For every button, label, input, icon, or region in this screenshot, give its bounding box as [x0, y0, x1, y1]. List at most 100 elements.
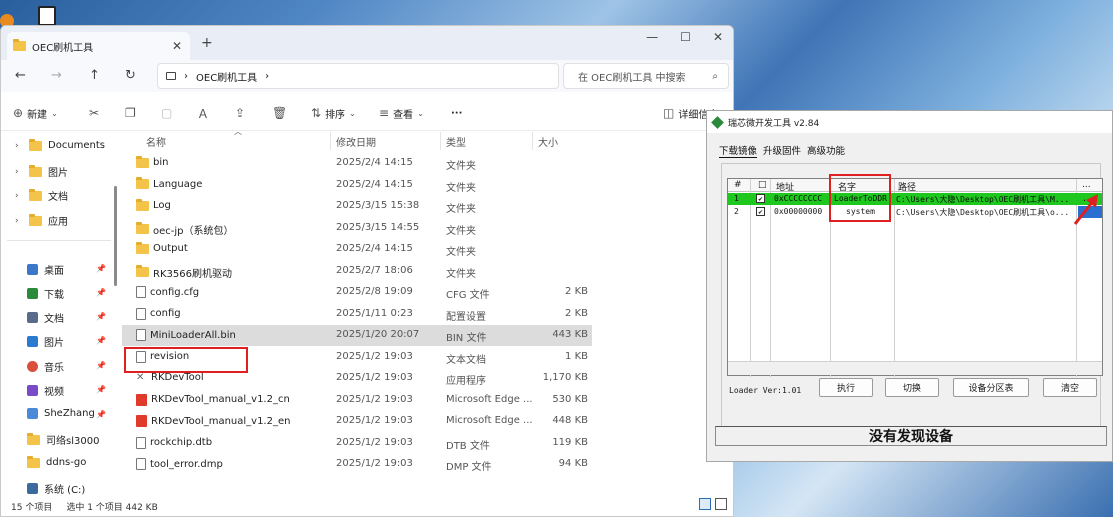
- tiles-view-icon[interactable]: [715, 498, 727, 510]
- col-check[interactable]: □: [758, 180, 767, 190]
- sidebar-item-c-drive[interactable]: 系统 (C:): [27, 481, 85, 496]
- pin-icon[interactable]: 📌: [96, 410, 106, 419]
- sidebar-item-music[interactable]: 音乐: [27, 359, 64, 374]
- file-row[interactable]: tool_error.dmp 2025/1/2 19:03 DMP 文件 94 KB: [122, 454, 592, 475]
- up-arrow-icon[interactable]: ↑: [89, 68, 100, 83]
- new-button[interactable]: ⊕ 新建 ⌄: [13, 106, 58, 121]
- more-options-button[interactable]: ···: [451, 108, 462, 119]
- rename-icon[interactable]: Ａ: [197, 105, 209, 122]
- file-name-cell[interactable]: rockchip.dtb: [136, 436, 212, 449]
- file-name-cell[interactable]: Language: [136, 177, 202, 190]
- sidebar-item-docs[interactable]: › 文档: [15, 188, 68, 203]
- row-address[interactable]: 0xCCCCCCCC: [774, 194, 822, 203]
- file-row[interactable]: Log 2025/3/15 15:38 文件夹: [122, 196, 592, 217]
- tab-close-icon[interactable]: ✕: [172, 39, 182, 53]
- sidebar-item-pictures-quick[interactable]: 图片: [27, 334, 64, 349]
- sidebar-item-downloads[interactable]: 下载: [27, 286, 64, 301]
- sidebar-item-ddns-go[interactable]: ddns-go: [27, 455, 86, 468]
- pin-icon[interactable]: 📌: [96, 288, 106, 297]
- file-name-cell[interactable]: RKDevTool_manual_v1.2_en: [136, 415, 290, 427]
- chevron-right-icon[interactable]: ›: [15, 167, 23, 177]
- file-name-cell[interactable]: RK3566刷机驱动: [136, 265, 232, 280]
- file-row[interactable]: config.cfg 2025/2/8 19:09 CFG 文件 2 KB: [122, 282, 592, 303]
- row-checkbox[interactable]: ✔: [756, 194, 765, 203]
- file-row[interactable]: oec-jp（系统包） 2025/3/15 14:55 文件夹: [122, 218, 592, 239]
- details-view-icon[interactable]: [699, 498, 711, 510]
- sidebar-item-desktop[interactable]: 桌面: [27, 262, 64, 277]
- forward-arrow-icon[interactable]: →: [51, 68, 62, 83]
- file-row[interactable]: RK3566刷机驱动 2025/2/7 18:06 文件夹: [122, 261, 592, 282]
- file-row[interactable]: Language 2025/2/4 14:15 文件夹: [122, 175, 592, 196]
- tab-advanced[interactable]: 高级功能: [807, 143, 845, 158]
- pin-icon[interactable]: 📌: [96, 361, 106, 370]
- view-button[interactable]: ≡ 查看 ⌄: [379, 106, 424, 121]
- column-divider[interactable]: [532, 132, 533, 150]
- refresh-icon[interactable]: ↻: [125, 68, 136, 83]
- sidebar-item-sl3000[interactable]: 司络sl3000: [27, 432, 99, 447]
- column-size[interactable]: 大小: [538, 134, 558, 149]
- file-name-cell[interactable]: bin: [136, 155, 168, 168]
- sidebar-item-videos[interactable]: 视频: [27, 383, 64, 398]
- tab-oec-tool[interactable]: OEC刷机工具 ✕: [7, 32, 190, 60]
- new-tab-button[interactable]: +: [201, 35, 213, 51]
- chevron-right-icon[interactable]: ›: [15, 191, 23, 201]
- tab-upgrade-firmware[interactable]: 升级固件: [763, 143, 801, 158]
- back-arrow-icon[interactable]: ←: [15, 68, 26, 83]
- column-divider[interactable]: [330, 132, 331, 150]
- paste-icon[interactable]: ▢: [161, 106, 172, 120]
- file-name-cell[interactable]: config: [136, 307, 181, 320]
- clear-button[interactable]: 清空: [1043, 378, 1097, 397]
- file-row[interactable]: bin 2025/2/4 14:15 文件夹: [122, 153, 592, 174]
- grid-horizontal-scrollbar[interactable]: [728, 361, 1102, 375]
- column-date[interactable]: 修改日期: [336, 134, 376, 149]
- sidebar-item-pictures[interactable]: › 图片: [15, 164, 68, 179]
- pin-icon[interactable]: 📌: [96, 385, 106, 394]
- share-icon[interactable]: ⇪: [235, 106, 245, 120]
- file-row[interactable]: RKDevTool_manual_v1.2_cn 2025/1/2 19:03 Mi…: [122, 390, 592, 411]
- sidebar-item-apps[interactable]: › 应用: [15, 213, 68, 228]
- execute-button[interactable]: 执行: [819, 378, 873, 397]
- file-name-cell[interactable]: Log: [136, 198, 171, 211]
- partition-row-loader[interactable]: 1 ✔ 0xCCCCCCCC LoaderToDDR C:\Users\大隐\D…: [728, 193, 1102, 205]
- file-row[interactable]: RKDevTool_manual_v1.2_en 2025/1/2 19:03 Mi…: [122, 411, 592, 432]
- breadcrumb-folder[interactable]: OEC刷机工具: [196, 69, 257, 84]
- column-name[interactable]: 名称: [146, 134, 166, 149]
- search-input[interactable]: 在 OEC刷机工具 中搜索 ⌕: [563, 63, 729, 89]
- row-checkbox[interactable]: ✔: [756, 207, 765, 216]
- pin-icon[interactable]: 📌: [96, 312, 106, 321]
- partition-row-system[interactable]: 2 ✔ 0x00000000 system C:\Users\大隐\Deskto…: [728, 206, 1102, 218]
- row-address[interactable]: 0x00000000: [774, 207, 822, 216]
- address-path[interactable]: › OEC刷机工具 ›: [157, 63, 559, 89]
- tab-download-image[interactable]: 下载镜像: [719, 143, 758, 158]
- file-name-cell[interactable]: MiniLoaderAll.bin: [136, 329, 236, 341]
- pin-icon[interactable]: 📌: [96, 264, 106, 273]
- sidebar-item-documents[interactable]: › Documents: [15, 138, 105, 151]
- partition-table-button[interactable]: 设备分区表: [953, 378, 1029, 397]
- minimize-button[interactable]: —: [646, 30, 658, 44]
- switch-button[interactable]: 切换: [885, 378, 939, 397]
- sidebar-item-shezhang[interactable]: SheZhang: [27, 408, 95, 419]
- desktop-shortcut-icon[interactable]: [38, 6, 56, 26]
- row-path[interactable]: C:\Users\大隐\Desktop\OEC刷机工具\o...: [896, 207, 1074, 218]
- file-row[interactable]: rockchip.dtb 2025/1/2 19:03 DTB 文件 119 KB: [122, 433, 592, 454]
- maximize-button[interactable]: ☐: [680, 30, 691, 44]
- file-name-cell[interactable]: Output: [136, 241, 188, 254]
- delete-icon[interactable]: 🗑: [272, 106, 287, 120]
- chevron-right-icon[interactable]: ›: [15, 141, 23, 151]
- sidebar-item-documents-quick[interactable]: 文档: [27, 310, 64, 325]
- file-row[interactable]: Output 2025/2/4 14:15 文件夹: [122, 239, 592, 260]
- breadcrumb-chevron[interactable]: ›: [265, 71, 269, 82]
- close-button[interactable]: ✕: [713, 30, 723, 44]
- file-name-cell[interactable]: config.cfg: [136, 286, 199, 298]
- sort-button[interactable]: ⇅ 排序 ⌄: [311, 106, 356, 121]
- file-name-cell[interactable]: oec-jp（系统包）: [136, 222, 234, 237]
- sidebar-scrollbar[interactable]: [114, 186, 117, 286]
- column-type[interactable]: 类型: [446, 134, 466, 149]
- column-divider[interactable]: [440, 132, 441, 150]
- copy-icon[interactable]: ❐: [125, 106, 136, 120]
- file-name-cell[interactable]: ✕ RKDevTool: [136, 372, 204, 383]
- file-row[interactable]: config 2025/1/11 0:23 配置设置 2 KB: [122, 304, 592, 325]
- file-row[interactable]: MiniLoaderAll.bin 2025/1/20 20:07 BIN 文件 44…: [122, 325, 592, 346]
- row-path[interactable]: C:\Users\大隐\Desktop\OEC刷机工具\M...: [896, 194, 1074, 205]
- file-name-cell[interactable]: RKDevTool_manual_v1.2_cn: [136, 393, 290, 406]
